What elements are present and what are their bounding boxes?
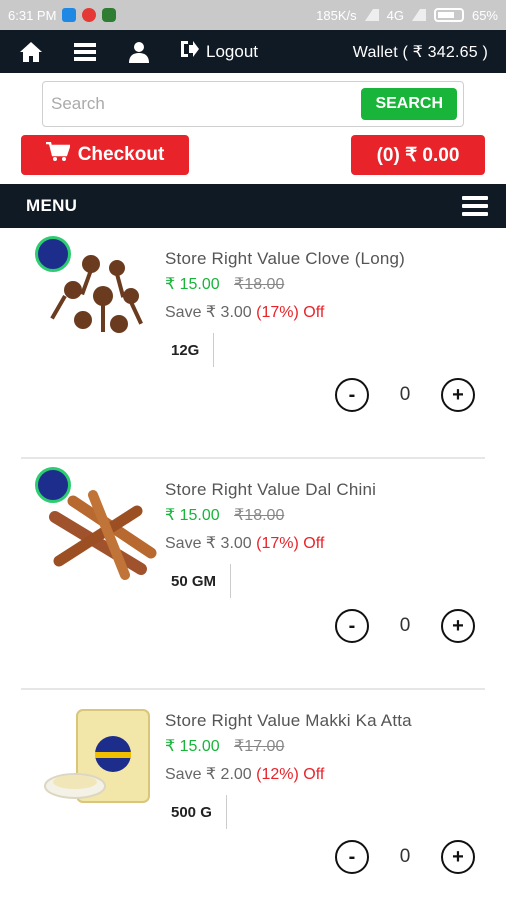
- product-name[interactable]: Store Right Value Makki Ka Atta: [165, 711, 412, 731]
- status-bar: 6:31 PM 185K/s 4G 65%: [0, 0, 506, 30]
- signal-icon-2: [411, 9, 426, 21]
- brand-badge: [35, 467, 71, 503]
- menu-label: MENU: [26, 196, 78, 215]
- save-amount: Save ₹ 2.00: [165, 766, 252, 783]
- save-amount: Save ₹ 3.00: [165, 304, 252, 321]
- increase-qty-button[interactable]: +: [441, 609, 475, 643]
- checkout-button[interactable]: Checkout: [21, 135, 189, 175]
- product-card: Store Right Value Clove (Long) ₹ 15.00 ₹…: [21, 228, 485, 459]
- notification-call-icon: [82, 8, 97, 22]
- battery-level: 65%: [471, 7, 498, 23]
- product-mrp: ₹18.00: [234, 276, 285, 293]
- brand-badge: [35, 236, 71, 272]
- network-type: 4G: [386, 7, 404, 23]
- network-speed: 185K/s: [316, 7, 357, 23]
- product-price: ₹ 15.00: [165, 276, 220, 293]
- checkout-label: Checkout: [77, 144, 165, 165]
- logout-icon: [180, 40, 200, 63]
- product-savings: Save ₹ 3.00 (17%) Off: [165, 302, 324, 322]
- menu-bar[interactable]: MENU: [0, 184, 506, 228]
- save-amount: Save ₹ 3.00: [165, 535, 252, 552]
- product-image-dalchini[interactable]: [33, 465, 163, 585]
- home-icon[interactable]: [18, 39, 44, 65]
- top-navbar: Logout Wallet ( ₹ 342.65 ): [0, 30, 506, 73]
- logout-button[interactable]: Logout: [180, 40, 258, 63]
- signal-icon: [364, 9, 379, 21]
- product-name[interactable]: Store Right Value Dal Chini: [165, 480, 376, 500]
- product-mrp: ₹17.00: [234, 738, 285, 755]
- cart-icon: [45, 141, 71, 168]
- quantity-value: 0: [399, 615, 411, 636]
- product-weight[interactable]: 500 G: [171, 795, 227, 829]
- search-box: SEARCH: [42, 81, 464, 127]
- product-prices: ₹ 15.00 ₹18.00: [165, 274, 284, 294]
- search-input[interactable]: [51, 94, 362, 114]
- increase-qty-button[interactable]: +: [441, 840, 475, 874]
- status-time: 6:31 PM: [8, 7, 57, 23]
- decrease-qty-button[interactable]: -: [335, 378, 369, 412]
- product-savings: Save ₹ 2.00 (12%) Off: [165, 764, 324, 784]
- increase-qty-button[interactable]: +: [441, 378, 475, 412]
- search-row: SEARCH: [0, 73, 506, 127]
- cart-total-button[interactable]: (0) ₹ 0.00: [351, 135, 485, 175]
- decrease-qty-button[interactable]: -: [335, 840, 369, 874]
- product-mrp: ₹18.00: [234, 507, 285, 524]
- product-savings: Save ₹ 3.00 (17%) Off: [165, 533, 324, 553]
- action-row: Checkout (0) ₹ 0.00: [0, 127, 506, 175]
- product-list: Store Right Value Clove (Long) ₹ 15.00 ₹…: [0, 228, 506, 900]
- product-card: Store Right Value Makki Ka Atta ₹ 15.00 …: [21, 690, 485, 900]
- product-image-makki-atta[interactable]: [33, 696, 163, 816]
- product-prices: ₹ 15.00 ₹18.00: [165, 505, 284, 525]
- product-name[interactable]: Store Right Value Clove (Long): [165, 249, 405, 269]
- notification-app-icon: [62, 8, 77, 22]
- quantity-stepper: - 0 +: [335, 609, 475, 643]
- product-price: ₹ 15.00: [165, 507, 220, 524]
- product-weight[interactable]: 50 GM: [171, 564, 232, 598]
- save-percent: (17%) Off: [256, 535, 325, 552]
- decrease-qty-button[interactable]: -: [335, 609, 369, 643]
- quantity-stepper: - 0 +: [335, 378, 475, 412]
- quantity-value: 0: [399, 846, 411, 867]
- notification-whatsapp-icon: [102, 8, 117, 22]
- quantity-stepper: - 0 +: [335, 840, 475, 874]
- user-icon[interactable]: [126, 39, 152, 65]
- list-menu-icon[interactable]: [72, 39, 98, 65]
- quantity-value: 0: [399, 384, 411, 405]
- product-card: Store Right Value Dal Chini ₹ 15.00 ₹18.…: [21, 459, 485, 690]
- logout-label: Logout: [206, 41, 258, 61]
- save-percent: (17%) Off: [256, 304, 325, 321]
- wallet-balance[interactable]: Wallet ( ₹ 342.65 ): [353, 42, 488, 62]
- product-image-clove[interactable]: [33, 234, 163, 354]
- battery-icon: [433, 8, 464, 22]
- save-percent: (12%) Off: [256, 766, 325, 783]
- product-weight[interactable]: 12G: [171, 333, 215, 367]
- product-price: ₹ 15.00: [165, 738, 220, 755]
- search-button[interactable]: SEARCH: [361, 88, 457, 120]
- hamburger-icon[interactable]: [462, 192, 488, 220]
- product-prices: ₹ 15.00 ₹17.00: [165, 736, 284, 756]
